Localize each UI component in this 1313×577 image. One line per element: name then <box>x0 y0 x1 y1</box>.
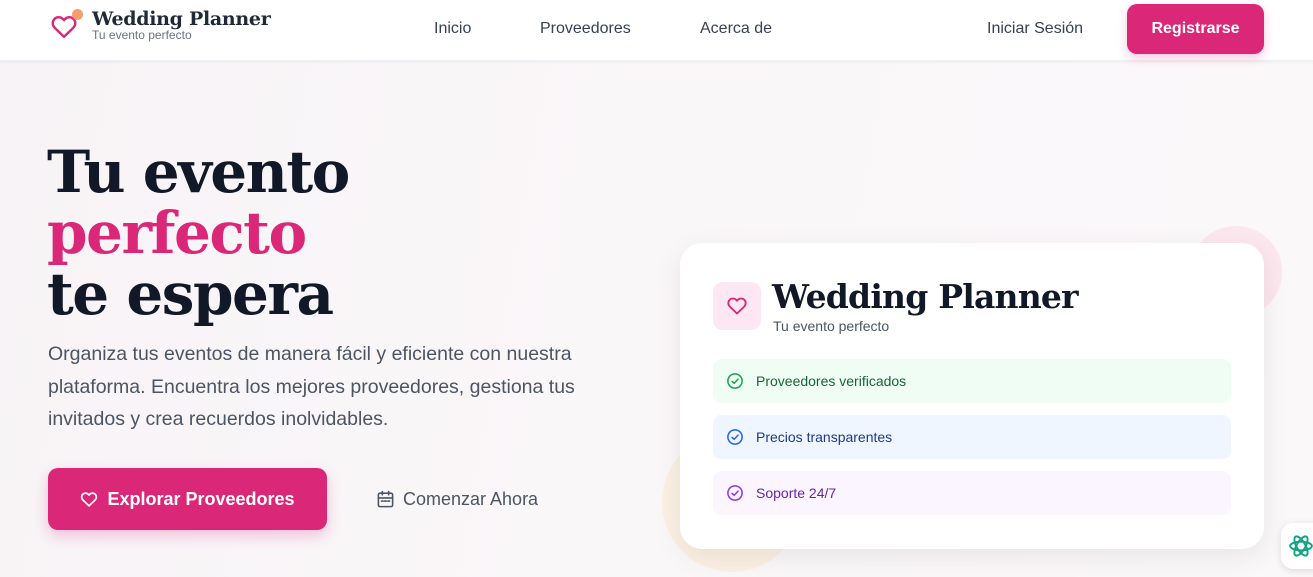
login-link[interactable]: Iniciar Sesión <box>987 20 1083 38</box>
logo-dot <box>72 9 83 20</box>
feature-label: Precios transparentes <box>756 429 893 445</box>
top-navbar: Wedding Planner Tu evento perfecto Inici… <box>0 0 1313 61</box>
feature-support: Soporte 24/7 <box>713 471 1231 515</box>
logo-subtitle: Tu evento perfecto <box>92 28 192 42</box>
nav-link-inicio[interactable]: Inicio <box>434 20 471 38</box>
hero-description: Organiza tus eventos de manera fácil y e… <box>48 343 575 430</box>
hero-title: Tu evento perfecto te espera <box>47 138 350 328</box>
logo-title: Wedding Planner <box>92 8 271 30</box>
check-circle-icon <box>726 372 744 390</box>
calendar-icon <box>376 490 395 509</box>
card-title: Wedding Planner <box>772 277 1079 316</box>
start-now-label: Comenzar Ahora <box>403 488 539 509</box>
feature-label: Soporte 24/7 <box>756 485 837 501</box>
register-button[interactable]: Registrarse <box>1127 4 1264 54</box>
feature-transparent-prices: Precios transparentes <box>713 415 1231 459</box>
feature-card: Wedding Planner Tu evento perfecto Prove… <box>680 243 1264 549</box>
explore-providers-label: Explorar Proveedores <box>107 488 295 509</box>
nav-link-proveedores[interactable]: Proveedores <box>540 20 631 38</box>
check-circle-icon <box>726 428 744 446</box>
start-now-button[interactable]: Comenzar Ahora <box>376 486 538 512</box>
explore-providers-button[interactable]: Explorar Proveedores <box>48 468 327 530</box>
feature-verified-providers: Proveedores verificados <box>713 359 1231 403</box>
atom-icon <box>1288 533 1313 559</box>
hero-title-line-2: perfecto <box>47 199 307 267</box>
card-subtitle: Tu evento perfecto <box>773 318 890 334</box>
hero-title-line-1: Tu evento <box>47 138 350 206</box>
check-circle-icon <box>726 484 744 502</box>
brand-logo[interactable]: Wedding Planner Tu evento perfecto <box>50 8 271 44</box>
heart-icon <box>50 8 83 44</box>
feature-label: Proveedores verificados <box>756 373 907 389</box>
floating-widget-button[interactable] <box>1281 523 1313 569</box>
heart-icon <box>80 491 98 508</box>
heart-icon <box>713 282 761 330</box>
nav-link-acerca-de[interactable]: Acerca de <box>700 20 772 38</box>
hero-title-line-3: te espera <box>47 260 334 328</box>
